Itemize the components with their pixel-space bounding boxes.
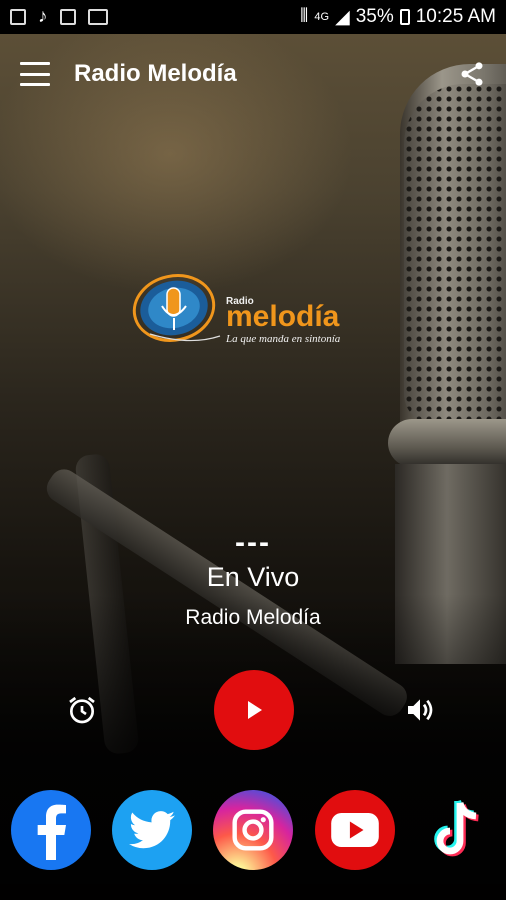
music-notification-icon: ♪ xyxy=(38,6,48,27)
instagram-icon xyxy=(232,809,274,851)
microphone-grille-shape xyxy=(404,84,506,424)
microphone-ring-shape xyxy=(388,419,506,467)
now-playing-title: En Vivo xyxy=(206,562,300,592)
mail-notification-icon xyxy=(59,9,76,25)
voicemail-notification-icon xyxy=(87,9,108,25)
now-playing-separator: --- xyxy=(235,526,271,559)
alarm-button[interactable] xyxy=(58,670,106,750)
vibrate-icon: ⦀ xyxy=(300,6,309,27)
facebook-button[interactable] xyxy=(11,790,91,870)
volume-icon xyxy=(408,699,433,721)
network-type: 4G xyxy=(314,11,330,23)
alarm-clock-icon xyxy=(69,696,95,724)
now-playing-station: Radio Melodía xyxy=(185,606,321,629)
app-bar: Radio Melodía xyxy=(0,34,506,114)
battery-percent: 35% xyxy=(355,6,394,27)
app-title: Radio Melodía xyxy=(74,60,237,87)
play-icon xyxy=(248,701,262,719)
status-bar: ♪ ⦀ 4G ◢ 35% 10:25 AM xyxy=(0,0,506,34)
station-logo: Radio melodía La que manda en sintonía xyxy=(132,274,341,345)
signal-icon: ◢ xyxy=(335,6,350,28)
volume-button[interactable] xyxy=(396,670,444,750)
play-button[interactable] xyxy=(214,670,294,750)
twitter-button[interactable] xyxy=(112,790,192,870)
clock: 10:25 AM xyxy=(415,6,496,27)
hamburger-menu-icon[interactable] xyxy=(20,62,50,86)
background-image xyxy=(0,34,506,900)
logo-main-text: melodía xyxy=(226,300,340,333)
battery-icon xyxy=(399,9,410,25)
logo-tagline: La que manda en sintonía xyxy=(225,333,341,345)
youtube-button[interactable] xyxy=(315,790,395,870)
gallery-notification-icon xyxy=(10,9,26,25)
twitter-icon xyxy=(129,811,175,849)
tiktok-button[interactable] xyxy=(420,790,496,870)
status-right-icons: ⦀ 4G ◢ 35% 10:25 AM xyxy=(300,6,496,29)
status-left-icons: ♪ xyxy=(10,6,108,28)
youtube-icon xyxy=(331,813,379,847)
share-icon[interactable] xyxy=(458,60,486,88)
instagram-button[interactable] xyxy=(213,790,293,870)
tiktok-icon xyxy=(434,799,479,857)
facebook-icon xyxy=(37,804,66,860)
